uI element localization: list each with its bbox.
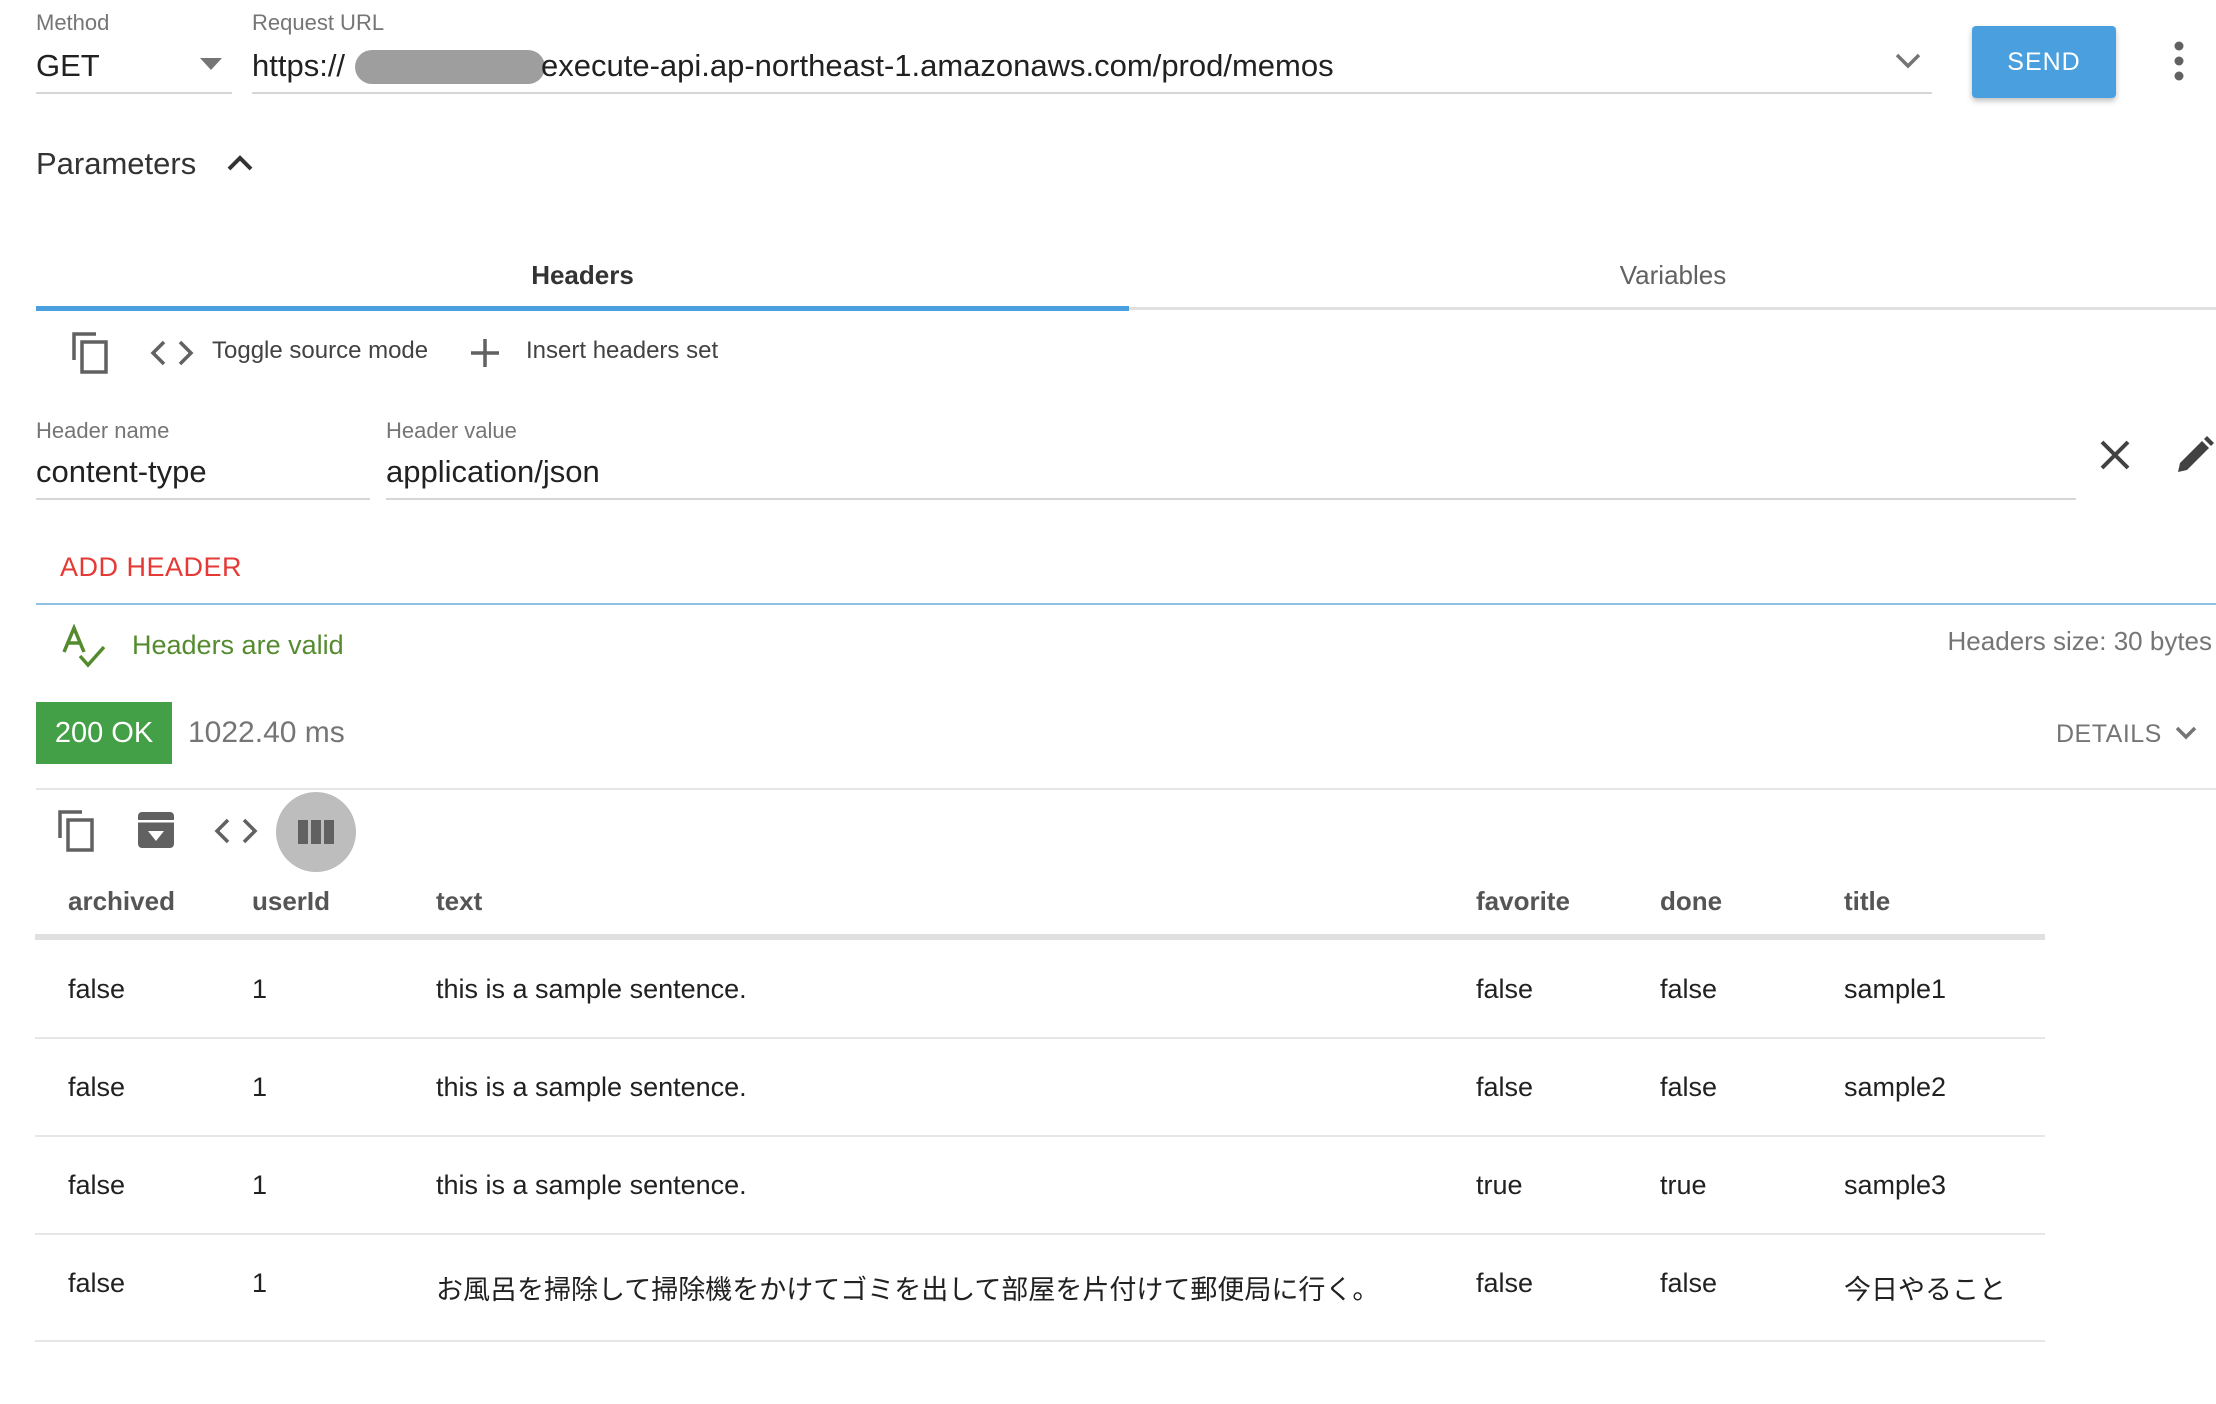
headers-editor-divider: [36, 603, 2216, 605]
cell-userid: 1: [252, 1072, 268, 1102]
cell-archived: false: [68, 974, 126, 1004]
cell-done: false: [1660, 1268, 1718, 1298]
redacted-url-segment: [355, 50, 545, 84]
cell-favorite: false: [1476, 1072, 1534, 1102]
cell-done: false: [1660, 974, 1718, 1004]
cell-archived: false: [68, 1072, 126, 1102]
row-divider: [35, 1135, 2045, 1137]
method-label: Method: [36, 10, 110, 35]
url-suffix: execute-api.ap-northeast-1.amazonaws.com…: [541, 48, 1334, 83]
response-time: 1022.40 ms: [188, 716, 345, 749]
column-header-done: done: [1660, 886, 1723, 916]
add-header-button[interactable]: ADD HEADER: [60, 552, 242, 583]
column-header-title: title: [1844, 886, 1891, 916]
cell-archived: false: [68, 1268, 126, 1298]
url-underline: [252, 92, 1932, 94]
cell-title: sample2: [1844, 1072, 1947, 1102]
send-button[interactable]: SEND: [1972, 26, 2116, 98]
insert-headers-set-button[interactable]: Insert headers set: [526, 337, 718, 365]
cell-title: sample3: [1844, 1170, 1947, 1200]
copy-icon[interactable]: [68, 330, 112, 376]
row-divider: [35, 1340, 2045, 1342]
header-name-label: Header name: [36, 418, 170, 443]
chevron-up-icon[interactable]: [226, 154, 254, 172]
plus-icon[interactable]: [468, 336, 502, 370]
column-header-archived: archived: [68, 886, 175, 916]
response-divider: [36, 788, 2216, 790]
parameters-title[interactable]: Parameters: [36, 146, 196, 182]
tab-variables[interactable]: Variables: [1130, 240, 2216, 310]
cell-favorite: true: [1476, 1170, 1523, 1200]
url-label: Request URL: [252, 10, 385, 35]
chevron-down-icon[interactable]: [2174, 724, 2198, 742]
table-view-toggle[interactable]: [276, 792, 356, 872]
spellcheck-icon: [62, 624, 108, 670]
tab-active-indicator: [36, 306, 1129, 311]
cell-text: お風呂を掃除して掃除機をかけてゴミを出して部屋を片付けて郵便局に行く。: [436, 1275, 1380, 1305]
status-badge: 200 OK: [36, 702, 172, 764]
headers-valid-text: Headers are valid: [132, 630, 344, 660]
pencil-icon[interactable]: [2174, 434, 2214, 476]
copy-icon[interactable]: [54, 808, 98, 854]
cell-done: false: [1660, 1072, 1718, 1102]
details-button[interactable]: DETAILS: [2056, 720, 2162, 749]
cell-userid: 1: [252, 1268, 268, 1298]
cell-title: 今日やること: [1844, 1275, 2006, 1305]
cell-userid: 1: [252, 1170, 268, 1200]
cell-archived: false: [68, 1170, 126, 1200]
row-divider: [35, 1037, 2045, 1039]
header-value-underline: [386, 498, 2076, 500]
cell-done: true: [1660, 1170, 1707, 1200]
more-vert-icon[interactable]: [2170, 40, 2188, 82]
code-icon[interactable]: [214, 814, 258, 848]
chevron-down-icon[interactable]: [1894, 52, 1922, 70]
url-input[interactable]: https:// execute-api.ap-northeast-1.amaz…: [252, 46, 1892, 86]
headers-size-text: Headers size: 30 bytes: [1947, 626, 2212, 656]
archive-download-icon[interactable]: [136, 810, 176, 850]
header-name-input[interactable]: content-type: [36, 454, 207, 490]
code-icon[interactable]: [150, 336, 194, 370]
column-header-text: text: [436, 886, 483, 916]
method-select[interactable]: GET: [36, 48, 100, 84]
method-underline: [36, 92, 232, 94]
column-header-favorite: favorite: [1476, 886, 1570, 916]
table-header-divider: [35, 934, 2045, 940]
close-icon[interactable]: [2098, 438, 2132, 472]
view-column-icon: [298, 816, 334, 848]
cell-text: this is a sample sentence.: [436, 1072, 747, 1102]
header-value-label: Header value: [386, 418, 517, 443]
toggle-source-mode-button[interactable]: Toggle source mode: [212, 337, 428, 365]
cell-title: sample1: [1844, 974, 1947, 1004]
cell-favorite: false: [1476, 974, 1534, 1004]
row-divider: [35, 1233, 2045, 1235]
header-value-input[interactable]: application/json: [386, 454, 600, 490]
header-name-underline: [36, 498, 370, 500]
cell-text: this is a sample sentence.: [436, 974, 747, 1004]
url-prefix: https://: [252, 48, 346, 83]
column-header-userid: userId: [252, 886, 331, 916]
tab-headers[interactable]: Headers: [36, 240, 1129, 310]
cell-favorite: false: [1476, 1268, 1534, 1298]
cell-text: this is a sample sentence.: [436, 1170, 747, 1200]
caret-down-icon[interactable]: [200, 58, 222, 70]
cell-userid: 1: [252, 974, 268, 1004]
